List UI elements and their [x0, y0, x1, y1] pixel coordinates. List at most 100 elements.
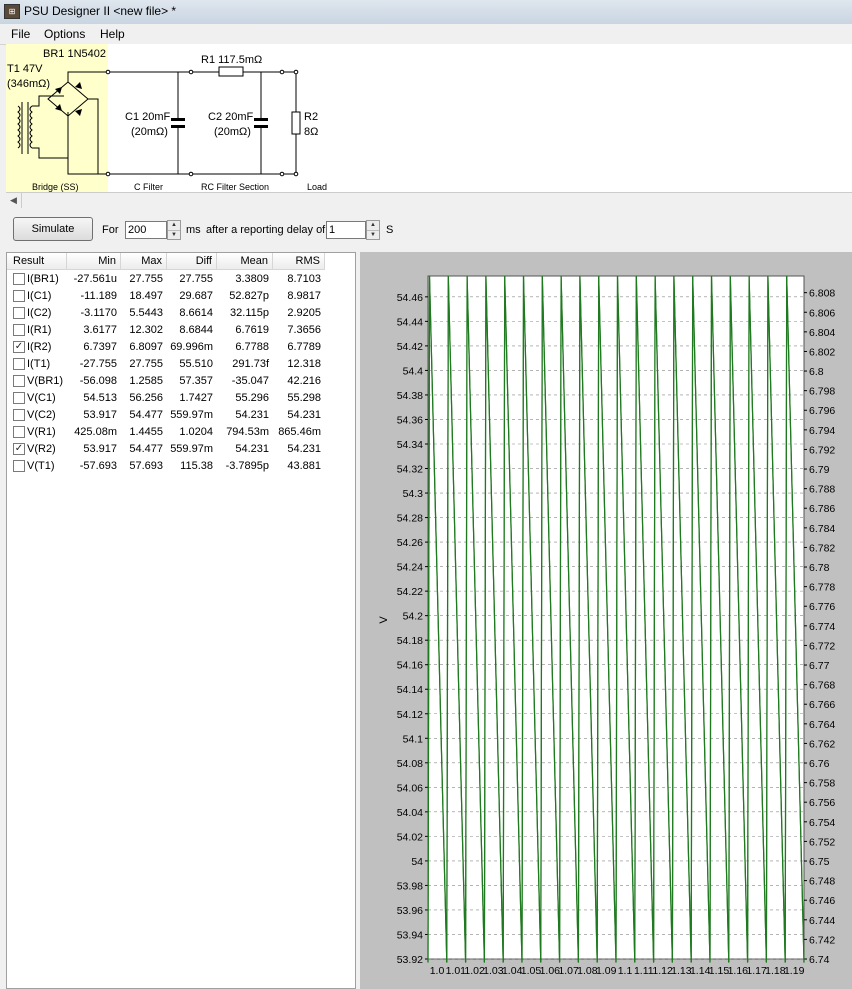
y-right-tick-label: 6.75	[809, 856, 830, 868]
result-row[interactable]: ✓ I(R2) 6.7397 6.8097 69.996m 6.7788 6.7789	[7, 339, 355, 356]
result-rms: 12.318	[287, 358, 321, 370]
result-row[interactable]: V(C2) 53.917 54.477 559.97m 54.231 54.231	[7, 407, 355, 424]
schematic-diagram: BR1 1N5402 T1 47V (346mΩ) R1 117.5mΩ C1 …	[6, 44, 327, 192]
result-max: 27.755	[129, 358, 163, 370]
simulate-button[interactable]: Simulate	[13, 217, 93, 241]
y-left-tick-label: 54.22	[397, 586, 423, 598]
y-left-tick-label: 54.44	[397, 316, 423, 328]
column-header-max[interactable]: Max	[121, 253, 167, 270]
y-left-tick-label: 54.28	[397, 513, 423, 525]
y-left-tick-label: 54.46	[397, 292, 423, 304]
result-name: V(C1)	[27, 392, 56, 404]
y-left-tick-label: 53.98	[397, 880, 423, 892]
duration-spinner[interactable]: ▲ ▼	[167, 220, 181, 240]
result-row[interactable]: I(T1) -27.755 27.755 55.510 291.73f 12.318	[7, 356, 355, 373]
column-header-min[interactable]: Min	[67, 253, 121, 270]
menu-help[interactable]: Help	[100, 27, 125, 41]
result-checkbox[interactable]	[13, 290, 25, 302]
result-row[interactable]: V(BR1) -56.098 1.2585 57.357 -35.047 42.216	[7, 373, 355, 390]
column-header-mean[interactable]: Mean	[217, 253, 273, 270]
y-left-tick-label: 54.16	[397, 660, 423, 672]
r2-label: R2	[304, 111, 318, 123]
result-max: 5.5443	[129, 307, 163, 319]
result-checkbox[interactable]	[13, 426, 25, 438]
y-right-tick-label: 6.796	[809, 405, 835, 417]
result-checkbox[interactable]	[13, 375, 25, 387]
scroll-left-icon[interactable]: ◀	[6, 193, 22, 208]
y-left-tick-label: 53.96	[397, 905, 423, 917]
c2-label: C2 20mF	[208, 111, 254, 123]
y-axis-label: V	[378, 616, 390, 624]
result-mean: 52.827p	[229, 290, 269, 302]
result-diff: 8.6844	[179, 324, 213, 336]
spin-down-icon[interactable]: ▼	[367, 231, 379, 240]
duration-input[interactable]	[125, 221, 167, 239]
result-mean: 54.231	[235, 443, 269, 455]
result-mean: 55.296	[235, 392, 269, 404]
result-row[interactable]: I(C1) -11.189 18.497 29.687 52.827p 8.9817	[7, 288, 355, 305]
r1-label: R1 117.5mΩ	[201, 54, 262, 66]
result-name: I(C2)	[27, 307, 52, 319]
menu-file[interactable]: File	[11, 27, 30, 41]
result-checkbox[interactable]	[13, 409, 25, 421]
bridge-label: BR1 1N5402	[43, 48, 106, 60]
y-right-tick-label: 6.798	[809, 386, 835, 398]
x-tick-label: 1.15	[709, 965, 730, 977]
result-diff: 1.7427	[179, 392, 213, 404]
y-right-tick-label: 6.764	[809, 719, 835, 731]
result-row[interactable]: I(C2) -3.1170 5.5443 8.6614 32.115p 2.9205	[7, 305, 355, 322]
result-checkbox[interactable]	[13, 307, 25, 319]
spin-up-icon[interactable]: ▲	[367, 221, 379, 231]
app-icon[interactable]: ⊞	[4, 4, 20, 19]
result-checkbox[interactable]	[13, 460, 25, 472]
y-right-tick-label: 6.756	[809, 797, 835, 809]
result-row[interactable]: V(C1) 54.513 56.256 1.7427 55.296 55.298	[7, 390, 355, 407]
x-tick-label: 1.18	[765, 965, 786, 977]
y-left-tick-label: 54.34	[397, 439, 423, 451]
y-right-tick-label: 6.786	[809, 503, 835, 515]
result-checkbox[interactable]: ✓	[13, 341, 25, 353]
result-row[interactable]: I(BR1) -27.561u 27.755 27.755 3.3809 8.7103	[7, 271, 355, 288]
result-mean: 794.53m	[226, 426, 269, 438]
y-right-tick-label: 6.78	[809, 562, 830, 574]
results-table: Result Min Max Diff Mean RMS I(BR1) -27.561u 27…	[6, 252, 356, 989]
section-c-filter: C Filter	[134, 182, 163, 192]
result-row[interactable]: ✓ V(R2) 53.917 54.477 559.97m 54.231 54.231	[7, 441, 355, 458]
y-right-tick-label: 6.752	[809, 836, 835, 848]
c1-resistance: (20mΩ)	[131, 126, 168, 138]
result-checkbox[interactable]	[13, 392, 25, 404]
result-checkbox[interactable]	[13, 273, 25, 285]
menu-options[interactable]: Options	[44, 27, 85, 41]
horizontal-scrollbar[interactable]: ◀	[6, 192, 852, 209]
x-tick-label: 1.14	[690, 965, 711, 977]
delay-spinner[interactable]: ▲ ▼	[366, 220, 380, 240]
result-diff: 27.755	[179, 273, 213, 285]
column-header-result[interactable]: Result	[7, 253, 67, 270]
y-left-tick-label: 54.32	[397, 464, 423, 476]
result-min: -57.693	[79, 460, 117, 472]
result-diff: 57.357	[179, 375, 213, 387]
x-tick-label: 1.1	[618, 965, 633, 977]
x-tick-label: 1.09	[596, 965, 617, 977]
result-checkbox[interactable]: ✓	[13, 443, 25, 455]
spin-up-icon[interactable]: ▲	[168, 221, 180, 231]
delay-input[interactable]	[326, 221, 366, 239]
result-diff: 115.38	[180, 460, 213, 472]
y-left-tick-label: 54.2	[403, 611, 424, 623]
result-row[interactable]: V(R1) 425.08m 1.4455 1.0204 794.53m 865.46m	[7, 424, 355, 441]
result-mean: 6.7788	[235, 341, 269, 353]
y-left-tick-label: 54.36	[397, 414, 423, 426]
result-row[interactable]: I(R1) 3.6177 12.302 8.6844 6.7619 7.3656	[7, 322, 355, 339]
column-header-diff[interactable]: Diff	[167, 253, 217, 270]
column-header-rms[interactable]: RMS	[273, 253, 325, 270]
result-checkbox[interactable]	[13, 324, 25, 336]
spin-down-icon[interactable]: ▼	[168, 231, 180, 240]
result-rms: 54.231	[287, 409, 321, 421]
result-row[interactable]: V(T1) -57.693 57.693 115.38 -3.7895p 43.881	[7, 458, 355, 475]
simulation-toolbar: Simulate For ▲▼ ms after a reporting del…	[0, 210, 852, 252]
result-max: 56.256	[129, 392, 163, 404]
y-right-tick-label: 6.784	[809, 523, 835, 535]
result-checkbox[interactable]	[13, 358, 25, 370]
section-bridge: Bridge (SS)	[32, 182, 79, 192]
ripple-chart: 54.46 54.44 54.42 54.4 54.38 54.36 54.34 54.32 5…	[378, 275, 835, 977]
